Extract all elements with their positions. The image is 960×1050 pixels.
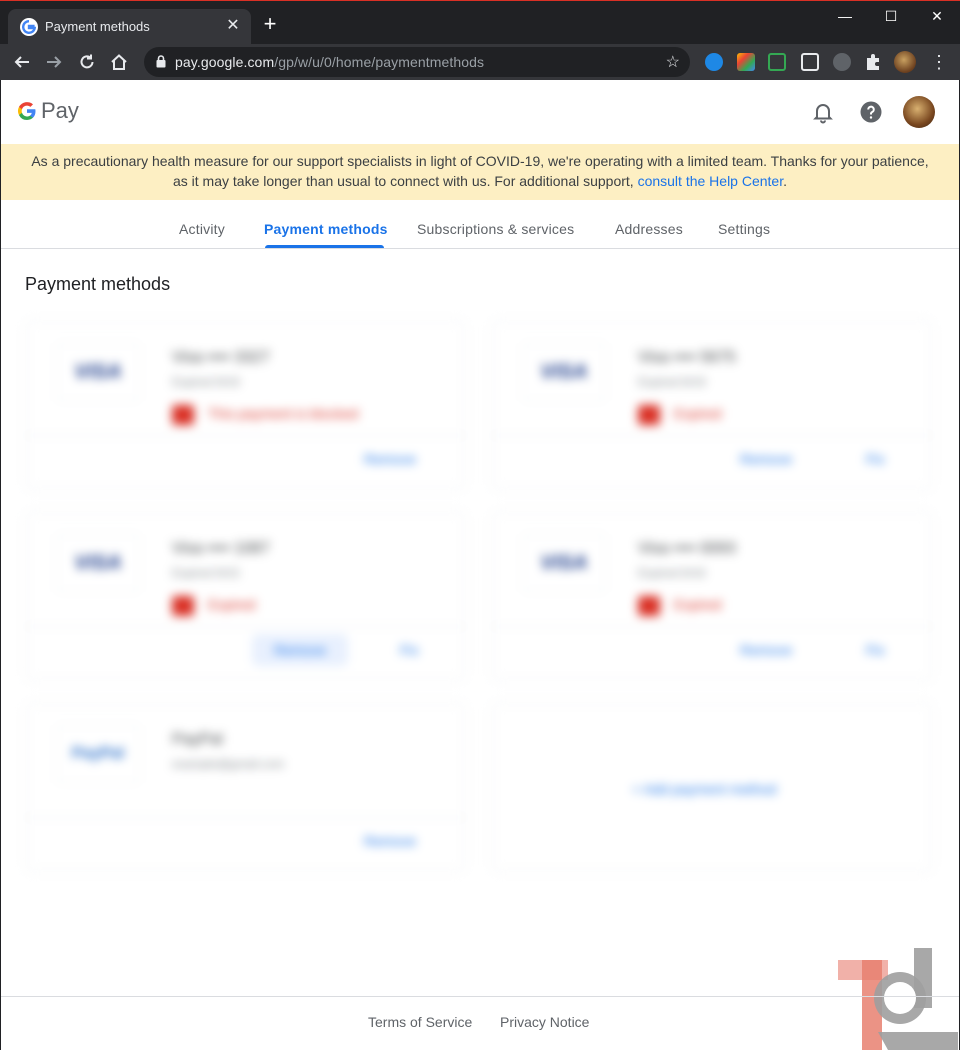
remove-button[interactable]: Remove xyxy=(274,642,326,658)
new-tab-button[interactable]: + xyxy=(258,13,282,37)
close-window-button[interactable]: ✕ xyxy=(914,5,960,29)
home-icon[interactable] xyxy=(107,50,131,74)
card-name: Visa •••• 5675 xyxy=(638,349,736,366)
pay-wordmark: Pay xyxy=(41,98,79,123)
remove-button[interactable]: Remove xyxy=(740,642,792,658)
card-divider xyxy=(26,435,465,436)
card-status: Expired xyxy=(638,405,721,425)
card-expiry: Expired 9/15 xyxy=(172,566,240,580)
image-extension-icon[interactable] xyxy=(801,53,819,71)
fix-button[interactable]: Fix xyxy=(866,451,885,467)
visa-logo: VISA xyxy=(522,534,606,592)
fix-button[interactable]: Fix xyxy=(866,642,885,658)
bell-icon[interactable] xyxy=(811,100,835,124)
google-favicon-icon xyxy=(20,18,38,36)
payment-card: VISA Visa •••• 1087 Expired 9/15 Expired… xyxy=(25,511,466,681)
address-bar[interactable]: pay.google.com/gp/w/u/0/home/paymentmeth… xyxy=(144,47,690,77)
add-payment-method-button[interactable]: + Add payment method xyxy=(632,781,776,797)
visa-logo: VISA xyxy=(56,534,140,592)
tab-subscriptions[interactable]: Subscriptions & services xyxy=(417,221,574,237)
extension-icon-3[interactable] xyxy=(768,53,786,71)
payment-card: VISA Visa •••• 3327 Expired 9/19 This pa… xyxy=(25,320,466,490)
tab-addresses[interactable]: Addresses xyxy=(615,221,683,237)
payment-card: PayPal PayPal example@gmail.com Remove xyxy=(25,702,466,872)
extension-icon-1[interactable] xyxy=(705,53,723,71)
paypal-logo: PayPal xyxy=(56,725,140,783)
card-expiry: Expired 9/19 xyxy=(172,375,240,389)
back-icon[interactable] xyxy=(10,50,34,74)
remove-button[interactable]: Remove xyxy=(364,451,416,467)
main-nav-tabs: Activity Payment methods Subscriptions &… xyxy=(1,200,959,249)
gpay-logo[interactable]: Pay xyxy=(17,97,79,125)
page-footer: Terms of Service Privacy Notice xyxy=(1,996,959,1050)
card-status: Expired xyxy=(172,596,255,616)
menu-dots-icon[interactable]: ⋮ xyxy=(930,50,948,74)
tab-settings[interactable]: Settings xyxy=(718,221,770,237)
warning-icon xyxy=(172,405,194,425)
browser-titlebar: Payment methods ✕ + — ☐ ✕ xyxy=(0,0,960,45)
account-avatar[interactable] xyxy=(903,96,935,128)
help-center-link[interactable]: consult the Help Center xyxy=(638,173,784,189)
card-divider xyxy=(492,626,932,627)
tab-title: Payment methods xyxy=(45,19,150,34)
profile-avatar[interactable] xyxy=(894,51,916,73)
tab-close-icon[interactable]: ✕ xyxy=(223,16,243,36)
card-status: This payment is blocked xyxy=(172,405,358,425)
page-title: Payment methods xyxy=(25,274,171,294)
visa-logo: VISA xyxy=(522,343,606,401)
extension-icon-5[interactable] xyxy=(833,53,851,71)
privacy-notice-link[interactable]: Privacy Notice xyxy=(500,1014,589,1030)
active-tab-indicator xyxy=(265,245,384,248)
tab-payment-methods[interactable]: Payment methods xyxy=(264,221,388,237)
maximize-button[interactable]: ☐ xyxy=(868,5,914,29)
terms-of-service-link[interactable]: Terms of Service xyxy=(368,1014,472,1030)
browser-tab[interactable]: Payment methods ✕ xyxy=(8,9,251,45)
paypal-email: example@gmail.com xyxy=(172,757,285,771)
visa-logo: VISA xyxy=(56,343,140,401)
browser-toolbar: pay.google.com/gp/w/u/0/home/paymentmeth… xyxy=(0,44,960,80)
card-expiry: Expired 8/19 xyxy=(638,375,706,389)
bookmark-star-icon[interactable]: ☆ xyxy=(666,52,680,72)
warning-icon xyxy=(638,405,660,425)
reload-icon[interactable] xyxy=(75,50,99,74)
remove-button[interactable]: Remove xyxy=(364,833,416,849)
tab-activity[interactable]: Activity xyxy=(179,221,225,237)
extension-icon-2[interactable] xyxy=(737,53,755,71)
warning-icon xyxy=(172,596,194,616)
card-divider xyxy=(26,626,465,627)
minimize-button[interactable]: — xyxy=(822,5,868,29)
card-status: Expired xyxy=(638,596,721,616)
page: Pay As a precautionary health measure fo… xyxy=(1,80,959,1050)
card-name: Visa •••• 1087 xyxy=(172,540,270,557)
forward-icon[interactable] xyxy=(42,50,66,74)
warning-icon xyxy=(638,596,660,616)
puzzle-extensions-icon[interactable] xyxy=(864,53,882,71)
card-divider xyxy=(492,435,932,436)
banner-text-line1: As a precautionary health measure for ou… xyxy=(31,153,929,169)
payment-card: VISA Visa •••• 5675 Expired 8/19 Expired… xyxy=(491,320,933,490)
url-text: pay.google.com/gp/w/u/0/home/paymentmeth… xyxy=(175,54,485,70)
banner-text-line2: as it may take longer than usual to conn… xyxy=(172,173,787,189)
covid-notice-banner: As a precautionary health measure for ou… xyxy=(1,144,959,200)
google-g-logo xyxy=(17,101,37,121)
card-name: Visa •••• 3327 xyxy=(172,349,270,366)
card-divider xyxy=(26,817,465,818)
add-payment-card[interactable]: + Add payment method xyxy=(491,702,933,872)
card-expiry: Expired 6/16 xyxy=(638,566,706,580)
lock-icon xyxy=(156,55,166,73)
payment-card: VISA Visa •••• 0093 Expired 6/16 Expired… xyxy=(491,511,933,681)
card-name: PayPal xyxy=(172,731,223,748)
remove-button[interactable]: Remove xyxy=(740,451,792,467)
help-icon[interactable] xyxy=(859,100,883,124)
card-name: Visa •••• 0093 xyxy=(638,540,736,557)
fix-button[interactable]: Fix xyxy=(400,642,419,658)
